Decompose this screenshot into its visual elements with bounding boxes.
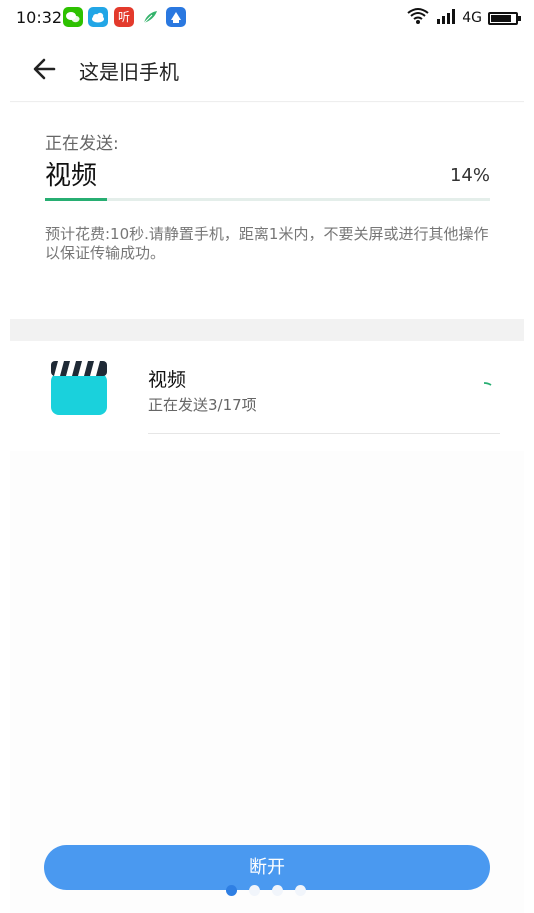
progress-fill xyxy=(45,198,108,201)
sending-label: 正在发送: xyxy=(45,134,119,154)
leaf-icon xyxy=(140,7,160,27)
page-dot xyxy=(295,885,306,896)
ting-icon: 听 xyxy=(114,7,134,27)
wifi-icon xyxy=(406,7,430,29)
list-item-status: 正在发送3/17项 xyxy=(148,396,257,414)
status-right: 4G xyxy=(406,7,521,29)
page-dot xyxy=(226,885,237,896)
loading-spinner-icon xyxy=(483,371,492,386)
transfer-notice: 预计花费:10秒.请静置手机，距离1米内，不要关屏或进行其他操作以保证传输成功。 xyxy=(45,225,489,262)
page-title: 这是旧手机 xyxy=(79,60,179,84)
weather-icon xyxy=(88,7,108,27)
sending-item-name: 视频 xyxy=(45,161,98,191)
status-bar: 10:32 听 4G xyxy=(0,0,534,36)
wechat-icon xyxy=(63,7,83,27)
network-type: 4G xyxy=(462,10,482,26)
battery-icon xyxy=(488,11,521,25)
page-dot xyxy=(272,885,283,896)
back-arrow-icon[interactable] xyxy=(30,54,60,84)
app-icon xyxy=(166,7,186,27)
page-dot xyxy=(249,885,260,896)
list-item-name: 视频 xyxy=(148,369,187,391)
progress-percent: 14% xyxy=(449,165,490,186)
list-divider xyxy=(148,433,500,434)
progress-bar xyxy=(45,198,490,201)
app-header: 这是旧手机 xyxy=(10,36,524,102)
signal-icon xyxy=(436,8,456,28)
battery-level xyxy=(491,14,512,22)
section-divider xyxy=(10,319,524,341)
status-time: 10:32 xyxy=(16,8,63,27)
disconnect-button[interactable]: 断开 xyxy=(44,845,490,890)
sending-panel: 正在发送: 视频 14% 预计花费:10秒.请静置手机，距离1米内，不要关屏或进… xyxy=(10,103,524,319)
video-clapper-icon xyxy=(50,359,108,417)
transfer-list: 视频 正在发送3/17项 xyxy=(10,341,524,451)
page-indicator xyxy=(226,885,311,897)
